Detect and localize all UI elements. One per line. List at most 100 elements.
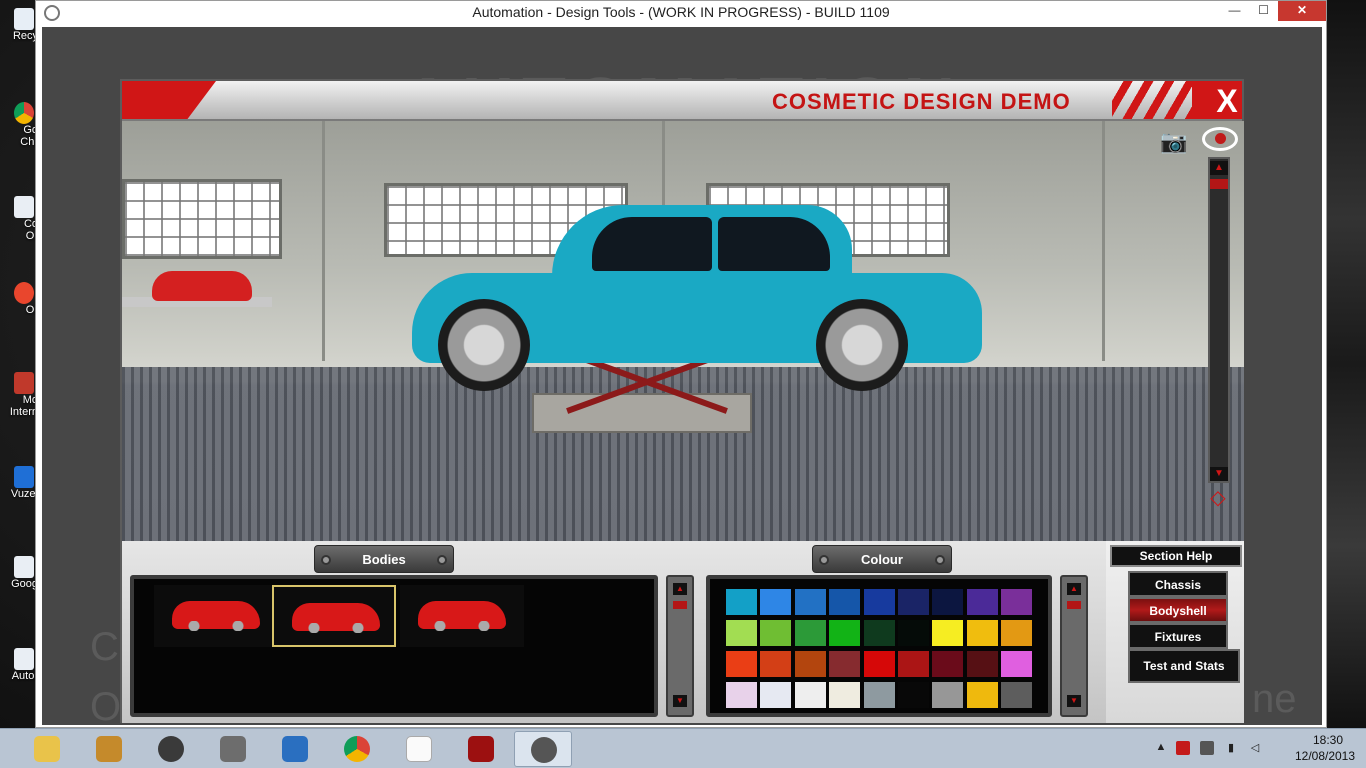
colour-swatch[interactable] [794, 682, 826, 708]
colour-swatch[interactable] [932, 620, 964, 646]
panel-title: COSMETIC DESIGN DEMO [772, 89, 1071, 114]
zoom-down-arrow-icon[interactable]: ▼ [1210, 467, 1228, 481]
taskbar-automation-app[interactable] [80, 731, 138, 767]
bodyshell-button[interactable]: Bodyshell [1128, 597, 1228, 623]
scroll-thumb[interactable] [1067, 601, 1081, 609]
car-3d-viewport[interactable]: 📷 ▲ ▼ ◇ [122, 121, 1244, 541]
car-lift-base [532, 393, 752, 433]
desktop-icon-shortcut-5[interactable]: Goog [0, 556, 38, 590]
colour-swatch[interactable] [863, 651, 895, 677]
test-and-stats-button[interactable]: Test and Stats [1128, 649, 1240, 683]
bolt-icon [437, 555, 447, 565]
colour-swatch[interactable] [932, 589, 964, 615]
camera-icon[interactable]: 📷 [1160, 129, 1194, 155]
scroll-up-icon[interactable]: ▲ [1067, 583, 1081, 595]
wall-pillar [322, 121, 325, 361]
zoom-up-arrow-icon[interactable]: ▲ [1210, 161, 1228, 175]
fixtures-button[interactable]: Fixtures [1128, 623, 1228, 649]
taskbar-doc-app[interactable] [204, 731, 262, 767]
desktop-icon-recycle-bin[interactable]: Recy [0, 8, 38, 42]
colour-swatch[interactable] [966, 651, 998, 677]
chrome-icon [344, 736, 370, 762]
colour-swatch[interactable] [1001, 620, 1033, 646]
colour-swatch[interactable] [863, 589, 895, 615]
desktop-icon-shortcut-6[interactable]: Autor [0, 648, 38, 682]
rotate-view-icon[interactable]: ◇ [1200, 485, 1236, 509]
scroll-up-icon[interactable]: ▲ [673, 583, 687, 595]
colour-swatch[interactable] [794, 620, 826, 646]
clock-time[interactable]: 18:30 [1298, 733, 1358, 747]
volume-icon[interactable]: ◁ [1248, 741, 1262, 755]
desktop-icon-shortcut-3[interactable]: Mo Intern [0, 372, 38, 418]
colour-swatch[interactable] [863, 620, 895, 646]
network-icon[interactable]: ▮ [1224, 741, 1238, 755]
body-option-hatchback[interactable] [154, 585, 278, 647]
colour-swatch[interactable] [794, 651, 826, 677]
colour-swatch[interactable] [794, 589, 826, 615]
colour-swatch[interactable] [1001, 651, 1033, 677]
colour-swatch[interactable] [726, 651, 757, 677]
clock-date[interactable]: 12/08/2013 [1290, 749, 1360, 763]
colour-swatch[interactable] [932, 682, 964, 708]
title-bar[interactable]: Automation - Design Tools - (WORK IN PRO… [36, 1, 1326, 26]
colour-swatch[interactable] [932, 651, 964, 677]
colour-swatch[interactable] [829, 651, 861, 677]
zoom-slider-thumb[interactable] [1210, 179, 1228, 189]
chrome-icon [14, 102, 34, 124]
recycle-bin-icon [14, 8, 34, 30]
colour-swatch[interactable] [726, 682, 757, 708]
scroll-down-icon[interactable]: ▼ [673, 695, 687, 707]
body-option-sedan[interactable] [272, 585, 396, 647]
colour-swatch[interactable] [829, 620, 861, 646]
colour-scrollbar[interactable]: ▲ ▼ [1060, 575, 1088, 717]
colour-swatch[interactable] [898, 589, 929, 615]
chassis-button[interactable]: Chassis [1128, 571, 1228, 597]
colour-swatch[interactable] [1001, 682, 1033, 708]
bodies-scrollbar[interactable]: ▲ ▼ [666, 575, 694, 717]
scroll-down-icon[interactable]: ▼ [1067, 695, 1081, 707]
security-icon[interactable] [1176, 741, 1190, 755]
desktop-wallpaper-edge [1326, 0, 1366, 728]
taskbar-speaker-app[interactable] [142, 731, 200, 767]
battery-icon[interactable] [1200, 741, 1214, 755]
desktop-icon-chrome[interactable]: Go Chr [0, 102, 38, 148]
colour-swatch[interactable] [898, 651, 929, 677]
colour-swatch[interactable] [726, 589, 757, 615]
taskbar-settings-app[interactable] [266, 731, 324, 767]
desktop-icon-shortcut-2[interactable]: Or [0, 282, 38, 316]
desktop-icon-shortcut-1[interactable]: Co Or [0, 196, 38, 242]
colour-swatch[interactable] [898, 682, 929, 708]
colour-swatch[interactable] [966, 620, 998, 646]
scroll-thumb[interactable] [673, 601, 687, 609]
section-help-button[interactable]: Section Help [1110, 545, 1242, 567]
maximize-button[interactable]: ☐ [1249, 1, 1278, 21]
colour-swatch[interactable] [726, 620, 757, 646]
colour-swatch[interactable] [898, 620, 929, 646]
eye-icon[interactable] [1202, 127, 1238, 151]
minimize-button[interactable]: — [1220, 1, 1249, 21]
power-icon [468, 736, 494, 762]
taskbar-file-explorer[interactable] [18, 731, 76, 767]
zoom-slider-track[interactable] [1208, 157, 1230, 483]
desktop-icon-shortcut-4[interactable]: Vuzel [0, 466, 38, 500]
taskbar-power-app[interactable] [452, 731, 510, 767]
colour-swatch[interactable] [760, 589, 792, 615]
car-front-wheel [438, 299, 530, 391]
colour-swatch[interactable] [829, 682, 861, 708]
panel-close-button[interactable]: X [1210, 83, 1242, 119]
taskbar-chrome[interactable] [328, 731, 386, 767]
colour-swatch[interactable] [966, 682, 998, 708]
close-window-button[interactable]: ✕ [1278, 1, 1326, 21]
colour-swatch[interactable] [760, 682, 792, 708]
taskbar-blank-file[interactable] [390, 731, 448, 767]
garage-window [122, 179, 282, 259]
colour-swatch[interactable] [966, 589, 998, 615]
colour-swatch[interactable] [829, 589, 861, 615]
colour-swatch[interactable] [1001, 589, 1033, 615]
colour-swatch[interactable] [760, 620, 792, 646]
taskbar-automation-launcher[interactable] [514, 731, 572, 767]
colour-swatch[interactable] [863, 682, 895, 708]
colour-swatch[interactable] [760, 651, 792, 677]
body-option-coupe[interactable] [400, 585, 524, 647]
show-hidden-icons-icon[interactable]: ▲ [1154, 741, 1168, 755]
